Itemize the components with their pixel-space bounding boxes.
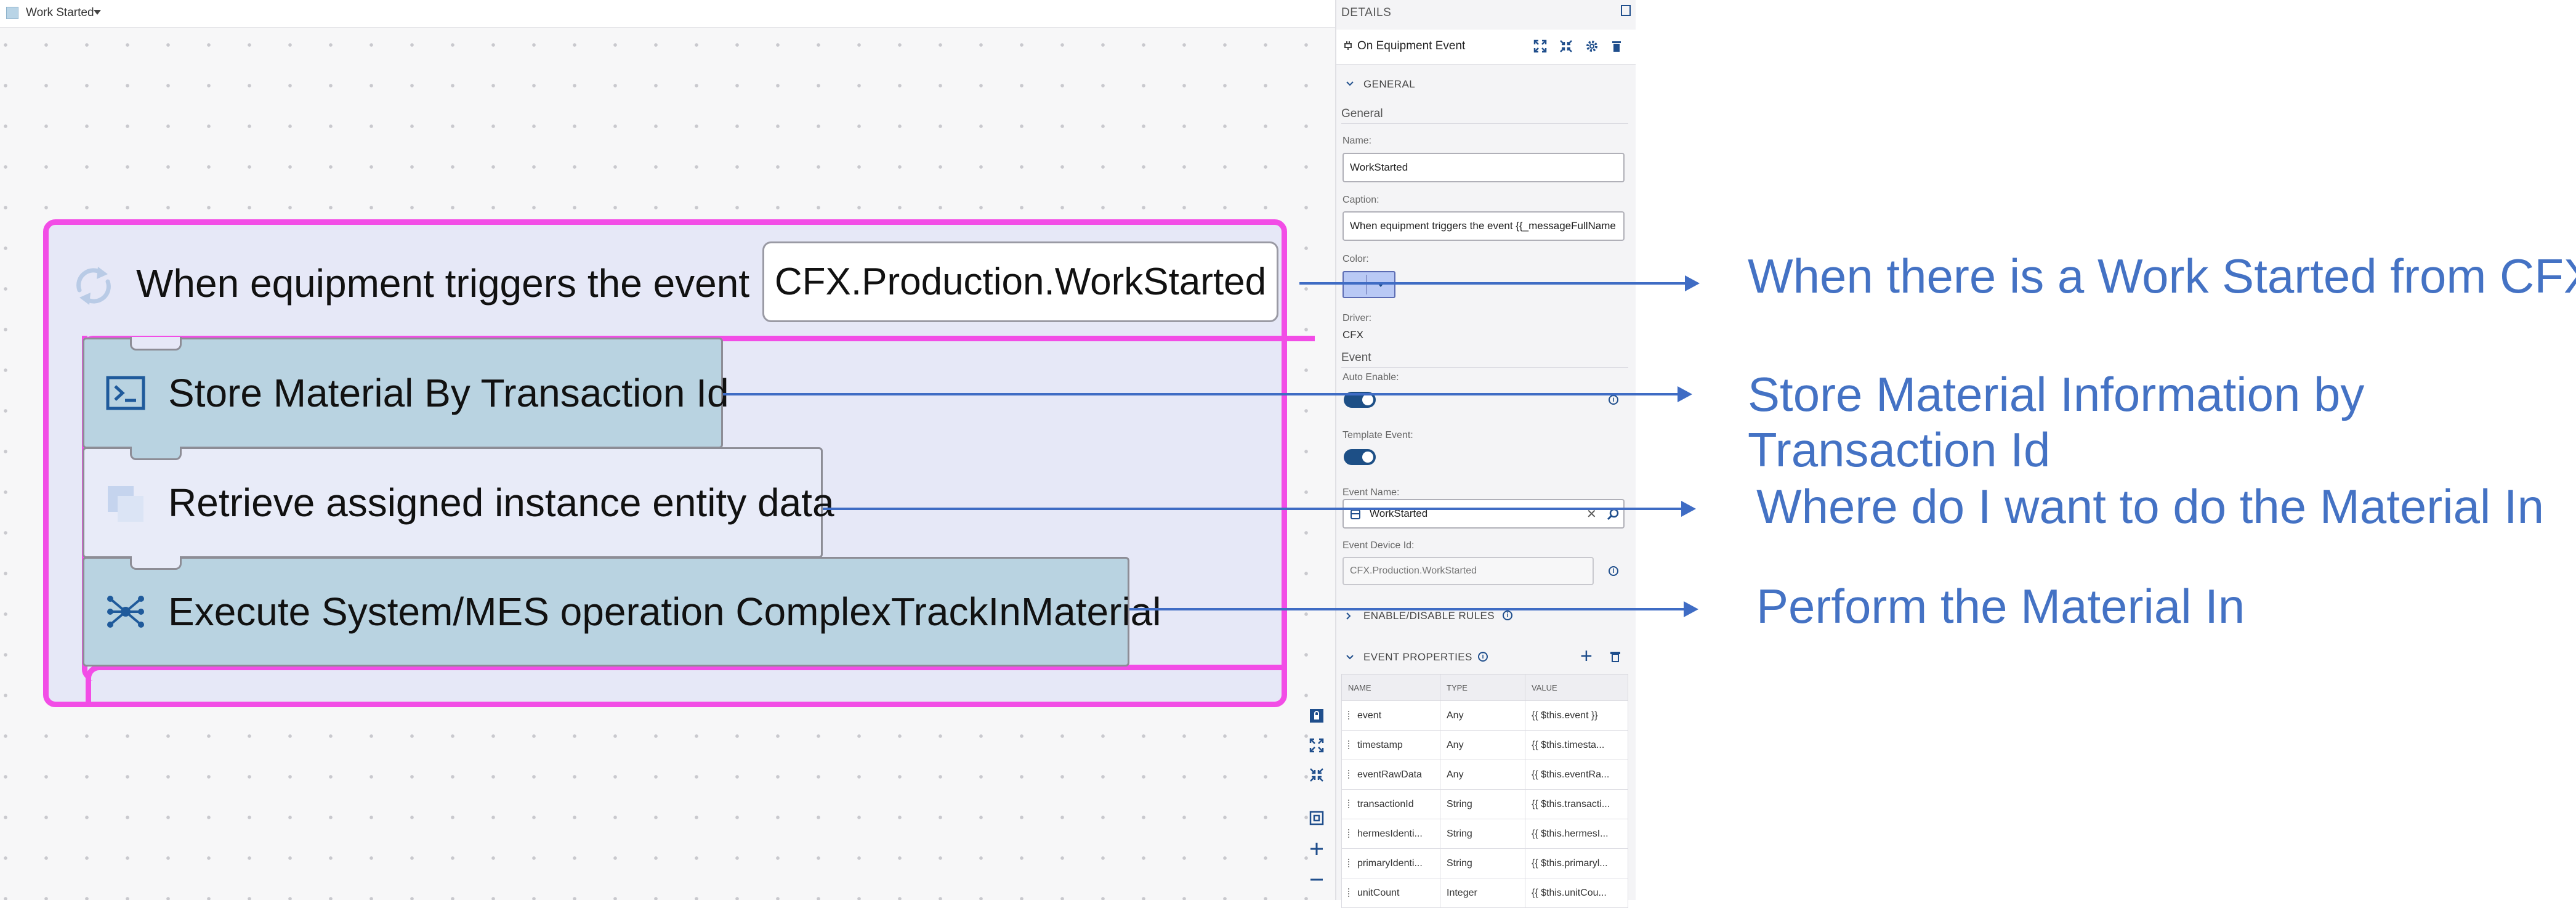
event-properties-table: NAME TYPE VALUE event Any{{ $this.event }…: [1341, 674, 1628, 908]
task-connector-notch: [130, 337, 182, 351]
expand-icon[interactable]: [1306, 734, 1328, 756]
workflow-icon: [6, 7, 18, 19]
task-connector-notch: [130, 556, 182, 570]
event-name-field[interactable]: WorkStarted ✕: [1343, 499, 1625, 529]
annotation-arrow: [823, 501, 1696, 517]
template-event-toggle[interactable]: [1344, 449, 1376, 465]
name-field[interactable]: WorkStarted: [1343, 153, 1625, 182]
event-header[interactable]: When equipment triggers the event CFX.Pr…: [49, 225, 1282, 341]
divider: [1341, 367, 1628, 368]
task-connector-notch: [130, 447, 182, 460]
section-enable-disable-rules[interactable]: ENABLE/DISABLE RULES: [1363, 610, 1495, 622]
table-row[interactable]: hermesIdenti... String{{ $this.hermesI...: [1341, 819, 1628, 849]
column-header-value[interactable]: VALUE: [1525, 674, 1628, 701]
drag-handle-icon[interactable]: [1348, 888, 1351, 898]
info-icon[interactable]: i: [1609, 395, 1618, 405]
driver-value: CFX: [1343, 329, 1363, 341]
collapse-arrows-icon[interactable]: [1306, 764, 1328, 786]
info-icon[interactable]: i: [1503, 610, 1512, 620]
gear-icon[interactable]: [1585, 39, 1599, 53]
color-label: Color:: [1343, 254, 1369, 264]
event-trigger-text: When equipment triggers the event: [136, 261, 750, 306]
section-event-properties[interactable]: EVENT PROPERTIES: [1363, 651, 1472, 663]
task-label: Store Material By Transaction Id: [168, 371, 729, 415]
table-row[interactable]: eventRawData Any{{ $this.eventRa...: [1341, 760, 1628, 790]
workflow-canvas[interactable]: Work Started When equipment triggers the…: [0, 0, 1335, 900]
table-row[interactable]: primaryIdenti... String{{ $this.primaryl.…: [1341, 848, 1628, 878]
terminal-icon: [106, 376, 145, 410]
details-panel: DETAILS On Equipment Event GENERAL Gener…: [1335, 0, 1636, 908]
table-row[interactable]: event Any{{ $this.event }}: [1341, 700, 1628, 731]
network-icon: [107, 596, 144, 628]
fit-to-screen-icon[interactable]: [1306, 807, 1328, 829]
divider: [1341, 123, 1628, 124]
workflow-title[interactable]: Work Started: [26, 6, 94, 20]
event-name-label: Event Name:: [1343, 487, 1400, 498]
chevron-down-icon[interactable]: [1346, 80, 1354, 87]
minimize-icon[interactable]: [1559, 39, 1573, 53]
template-event-label: Template Event:: [1343, 430, 1413, 440]
drag-handle-icon[interactable]: [1348, 740, 1351, 750]
recycle-icon: [76, 267, 111, 305]
table-row[interactable]: transactionId String{{ $this.transacti...: [1341, 789, 1628, 819]
panel-collapse-icon[interactable]: [1621, 5, 1631, 16]
task-store-material[interactable]: Store Material By Transaction Id: [83, 337, 729, 448]
auto-enable-label: Auto Enable:: [1343, 372, 1399, 383]
section-general[interactable]: GENERAL: [1363, 78, 1415, 91]
caption-label: Caption:: [1343, 195, 1379, 205]
annotation-arrow: [1299, 275, 1700, 291]
group-general-label: General: [1341, 107, 1383, 120]
event-device-field[interactable]: [1343, 557, 1594, 585]
column-header-type[interactable]: TYPE: [1440, 674, 1525, 701]
info-icon[interactable]: i: [1478, 652, 1488, 662]
annotation-material-in-location: Where do I want to do the Material In: [1756, 479, 2545, 533]
details-title: DETAILS: [1341, 6, 1392, 19]
entity-icon: [108, 486, 143, 522]
chevron-down-icon[interactable]: [1346, 654, 1354, 661]
zoom-in-icon[interactable]: [1306, 838, 1328, 860]
task-label: Retrieve assigned instance entity data: [168, 480, 834, 525]
annotation-store-material: Store Material Information by Transactio…: [1748, 367, 2365, 477]
details-header-title: On Equipment Event: [1357, 39, 1466, 52]
drag-handle-icon[interactable]: [1348, 859, 1351, 868]
annotation-arrow: [723, 386, 1692, 402]
workflow-tab-bar: Work Started: [0, 0, 1335, 28]
zoom-out-icon[interactable]: [1306, 869, 1328, 891]
task-retrieve-entity[interactable]: Retrieve assigned instance entity data: [83, 447, 834, 558]
caption-field[interactable]: When equipment triggers the event {{_mes…: [1343, 211, 1625, 241]
column-header-name[interactable]: NAME: [1341, 674, 1440, 701]
lock-icon[interactable]: [1306, 705, 1328, 727]
trash-icon[interactable]: [1610, 39, 1623, 53]
name-label: Name:: [1343, 136, 1372, 146]
group-event-label: Event: [1341, 351, 1371, 364]
task-label: Execute System/MES operation ComplexTrac…: [168, 590, 1161, 634]
annotation-perform-material-in: Perform the Material In: [1756, 579, 2245, 633]
table-row[interactable]: unitCount Integer{{ $this.unitCou...: [1341, 878, 1628, 908]
task-execute-mes-operation[interactable]: Execute System/MES operation ComplexTrac…: [83, 556, 1161, 667]
maximize-icon[interactable]: [1533, 39, 1547, 53]
drag-handle-icon[interactable]: [1348, 711, 1351, 720]
trash-icon[interactable]: [1610, 651, 1621, 663]
color-picker[interactable]: [1343, 271, 1395, 298]
chevron-down-icon[interactable]: [94, 10, 101, 15]
add-property-icon[interactable]: +: [1580, 646, 1593, 667]
drag-handle-icon[interactable]: [1348, 800, 1351, 809]
chevron-right-icon[interactable]: [1345, 612, 1352, 620]
details-header: On Equipment Event: [1336, 30, 1636, 65]
drag-handle-icon[interactable]: [1348, 770, 1351, 779]
table-row[interactable]: timestamp Any{{ $this.timesta...: [1341, 730, 1628, 760]
info-icon[interactable]: i: [1609, 566, 1618, 576]
annotation-arrow: [1129, 601, 1698, 617]
database-icon: [1351, 509, 1360, 519]
annotation-work-started: When there is a Work Started from CFX: [1748, 249, 2576, 303]
event-device-label: Event Device Id:: [1343, 540, 1415, 551]
drag-handle-icon[interactable]: [1348, 829, 1351, 838]
driver-label: Driver:: [1343, 313, 1372, 323]
plug-icon: [1344, 41, 1352, 50]
event-bottom-bar: [86, 665, 1282, 705]
event-name-pill[interactable]: CFX.Production.WorkStarted: [762, 241, 1278, 322]
